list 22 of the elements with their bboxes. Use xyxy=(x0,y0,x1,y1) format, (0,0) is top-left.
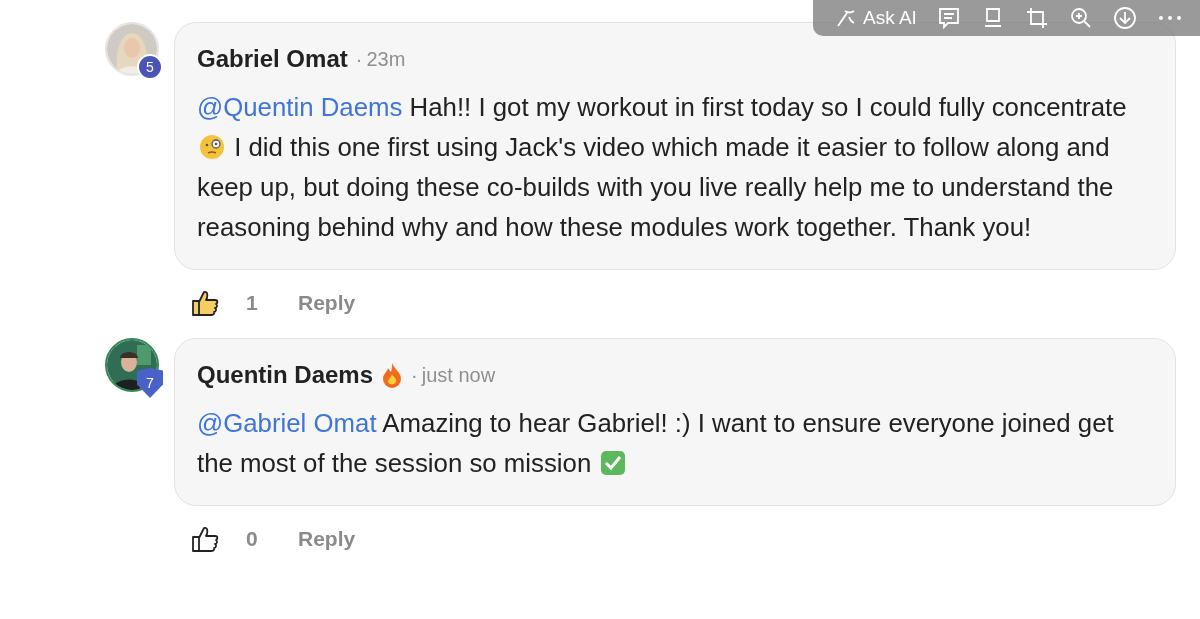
monocle-face-icon xyxy=(199,134,225,160)
like-count: 1 xyxy=(246,291,259,315)
mention-link[interactable]: @Gabriel Omat xyxy=(197,409,377,437)
check-icon xyxy=(600,450,627,476)
level-badge: 5 xyxy=(137,54,163,80)
thumbs-up-button[interactable] xyxy=(190,524,220,554)
flame-icon xyxy=(381,362,404,388)
mention-link[interactable]: @Quentin Daems xyxy=(197,93,403,121)
like-count: 0 xyxy=(246,527,259,551)
comment-text: @Gabriel Omat Amazing to hear Gabriel! :) I want to ensure everyone joined get the most of the session so mission xyxy=(197,408,1115,479)
timestamp: just now xyxy=(421,363,496,387)
comment-text: @Quentin Daems Hah!! I got my workout in first today so I could fully concentrate I did this one first using Jack's video which made it easier to follow along and keep up, but doing these co-builds with you live really help me to understand the reasoning behind why and how these modules work together. Thank you! xyxy=(197,92,1128,243)
ask-ai-button[interactable]: Ask AI xyxy=(827,7,925,29)
separator-dot: · xyxy=(355,47,363,71)
timestamp: 23m xyxy=(366,47,406,71)
separator-dot: · xyxy=(411,363,418,387)
thumbs-up-button[interactable] xyxy=(190,288,220,318)
author-name: Quentin Daems xyxy=(197,361,374,389)
reply-link[interactable]: Reply xyxy=(298,291,356,315)
level-badge: 7 xyxy=(137,368,163,398)
author-name: Gabriel Omat xyxy=(197,45,348,73)
reply-link[interactable]: Reply xyxy=(298,527,356,551)
